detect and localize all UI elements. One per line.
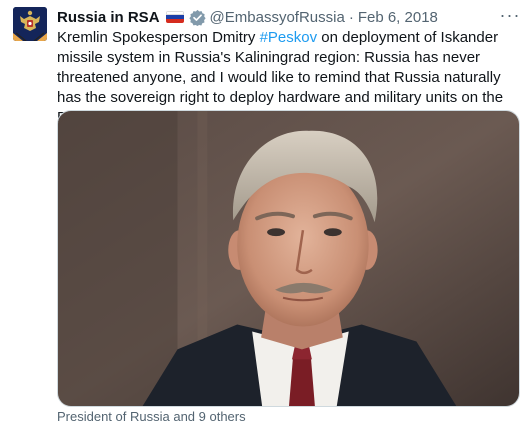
author-handle[interactable]: @EmbassyofRussia — [210, 9, 345, 26]
tweet: Russia in RSA @EmbassyofRussia · Feb 6, … — [0, 0, 530, 426]
more-options-icon[interactable]: ··· — [498, 5, 522, 25]
avatar[interactable] — [13, 7, 47, 41]
verified-badge-icon[interactable] — [188, 9, 206, 26]
coat-of-arms-icon — [13, 7, 47, 41]
hashtag-link[interactable]: #Peskov — [260, 29, 318, 46]
tweet-date[interactable]: Feb 6, 2018 — [358, 9, 438, 26]
tweet-text-start: Kremlin Spokesperson Dmitry — [57, 29, 260, 46]
russia-flag-icon — [165, 11, 184, 23]
media-caption[interactable]: President of Russia and 9 others — [57, 409, 246, 424]
separator-dot: · — [348, 8, 354, 26]
portrait-photo — [58, 111, 519, 406]
tweet-photo[interactable] — [57, 110, 520, 407]
tweet-header: Russia in RSA @EmbassyofRussia · Feb 6, … — [57, 7, 438, 27]
author-name[interactable]: Russia in RSA — [57, 9, 160, 26]
